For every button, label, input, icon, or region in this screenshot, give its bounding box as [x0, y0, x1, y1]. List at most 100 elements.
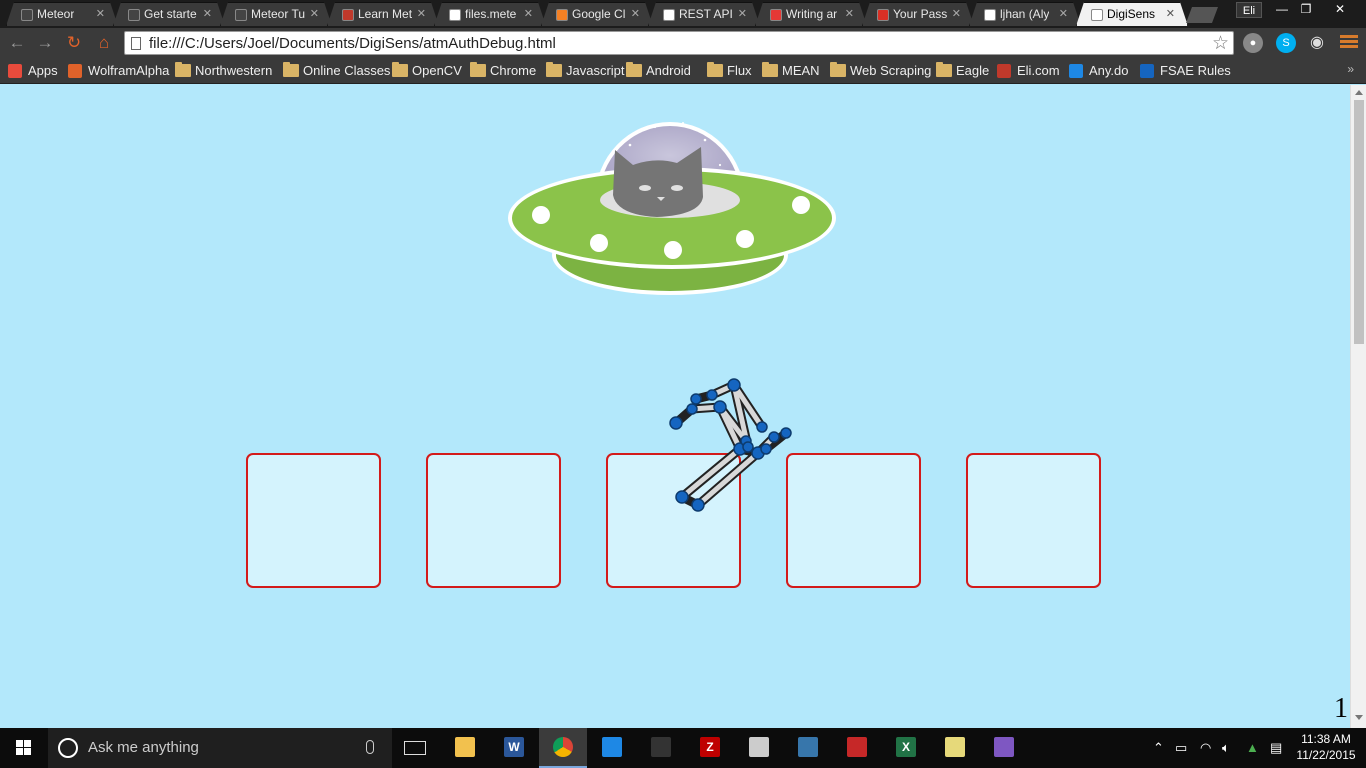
forward-arrow-icon[interactable]: →: [34, 32, 56, 54]
browser-tab[interactable]: Writing ar ✕: [755, 2, 867, 26]
battery-icon[interactable]: ▭: [1175, 740, 1187, 756]
action-center-icon[interactable]: ▤: [1270, 740, 1282, 756]
taskbar-app-app-blue[interactable]: [588, 728, 636, 768]
bookmark-android[interactable]: Android: [626, 62, 691, 80]
task-view-icon[interactable]: [404, 741, 426, 755]
close-tab-icon[interactable]: ✕: [631, 3, 640, 25]
slot-box-1[interactable]: [246, 453, 381, 588]
back-arrow-icon[interactable]: ←: [6, 32, 28, 54]
bookmark-web-scraping[interactable]: Web Scraping: [830, 62, 931, 80]
browser-tab[interactable]: Learn Met ✕: [327, 2, 439, 26]
scroll-thumb[interactable]: [1354, 100, 1364, 344]
browser-tab[interactable]: REST API ✕: [648, 2, 760, 26]
eye-icon[interactable]: ◉: [1307, 33, 1327, 53]
google-drive-icon[interactable]: ▲: [1246, 740, 1259, 755]
close-tab-icon[interactable]: ✕: [524, 3, 533, 25]
bookmark-star-icon[interactable]: ☆: [1212, 32, 1229, 55]
bookmark-label: Android: [646, 63, 691, 78]
close-tab-icon[interactable]: ✕: [96, 3, 105, 25]
bookmark-eli-com[interactable]: Eli.com: [997, 62, 1060, 80]
close-tab-icon[interactable]: ✕: [845, 3, 854, 25]
bookmark-label: OpenCV: [412, 63, 462, 78]
profile-button[interactable]: Eli: [1236, 2, 1262, 18]
browser-tab[interactable]: Google Cl ✕: [541, 2, 653, 26]
tab-title: Google Cl: [572, 7, 626, 21]
bookmark-label: Flux: [727, 63, 752, 78]
bookmark-label: Chrome: [490, 63, 537, 78]
bookmark-javascript[interactable]: Javascript: [546, 62, 625, 80]
apps-grid-icon: [8, 64, 22, 78]
show-hidden-icons-icon[interactable]: ⌃: [1153, 740, 1164, 756]
scroll-down-icon[interactable]: [1355, 715, 1363, 720]
slot-box-5[interactable]: [966, 453, 1101, 588]
slot-box-4[interactable]: [786, 453, 921, 588]
close-tab-icon[interactable]: ✕: [203, 3, 212, 25]
volume-mute-icon[interactable]: 🔈︎: [1222, 740, 1230, 756]
taskbar-app-spider-app[interactable]: [833, 728, 881, 768]
browser-tab[interactable]: Meteor ✕: [6, 2, 118, 26]
taskbar-app-app-gray[interactable]: [735, 728, 783, 768]
restore-button[interactable]: ❐: [1292, 0, 1320, 18]
wifi-icon[interactable]: ◠: [1200, 740, 1211, 756]
taskbar-app-excel[interactable]: X: [882, 728, 930, 768]
vertical-scrollbar[interactable]: [1350, 85, 1366, 728]
taskbar-app-word[interactable]: W: [490, 728, 538, 768]
browser-tab[interactable]: ljhan (Aly ✕: [969, 2, 1081, 26]
taskbar-app-drive-app[interactable]: [931, 728, 979, 768]
tab-title: REST API: [679, 7, 733, 21]
extension-icon[interactable]: ●: [1243, 33, 1263, 53]
taskbar-app-filezilla[interactable]: Z: [686, 728, 734, 768]
close-tab-icon[interactable]: ✕: [310, 3, 319, 25]
close-tab-icon[interactable]: ✕: [1166, 3, 1175, 25]
chrome-menu-icon[interactable]: [1340, 33, 1358, 51]
search-placeholder: Ask me anything: [88, 739, 199, 756]
skype-icon[interactable]: S: [1276, 33, 1296, 53]
folder-icon: [945, 737, 965, 757]
taskbar-app-terminal[interactable]: [637, 728, 685, 768]
close-tab-icon[interactable]: ✕: [952, 3, 961, 25]
bookmark-wolframalpha[interactable]: WolframAlpha: [68, 62, 169, 80]
bookmark-apps[interactable]: Apps: [8, 62, 58, 80]
url-text: file:///C:/Users/Joel/Documents/DigiSens…: [149, 35, 556, 52]
bookmark-online-classes[interactable]: Online Classes: [283, 62, 390, 80]
bookmark-label: WolframAlpha: [88, 63, 170, 78]
bookmark-any-do[interactable]: Any.do: [1069, 62, 1129, 80]
bookmark-opencv[interactable]: OpenCV: [392, 62, 462, 80]
page-icon: [663, 9, 675, 21]
taskbar-app-github-desktop[interactable]: [980, 728, 1028, 768]
clock-date[interactable]: 11/22/2015: [1296, 748, 1356, 762]
bookmark-mean[interactable]: MEAN: [762, 62, 820, 80]
bookmark-fsae-rules[interactable]: FSAE Rules: [1140, 62, 1231, 80]
browser-tab[interactable]: Your Pass ✕: [862, 2, 974, 26]
taskbar-app-python[interactable]: [784, 728, 832, 768]
clock-time[interactable]: 11:38 AM: [1296, 732, 1356, 746]
folder-icon: [392, 62, 408, 77]
start-button[interactable]: [0, 728, 48, 768]
close-window-button[interactable]: ✕: [1326, 0, 1354, 18]
close-tab-icon[interactable]: ✕: [738, 3, 747, 25]
bookmarks-overflow-icon[interactable]: »: [1347, 62, 1354, 76]
folder-icon: [175, 62, 191, 77]
bookmark-chrome[interactable]: Chrome: [470, 62, 536, 80]
cortana-search-box[interactable]: Ask me anything: [48, 728, 392, 768]
bookmark-eagle[interactable]: Eagle: [936, 62, 989, 80]
microphone-icon[interactable]: [366, 740, 374, 754]
tab-title: Writing ar: [786, 7, 838, 21]
browser-tab[interactable]: DigiSens ✕: [1076, 2, 1188, 26]
bookmark-northwestern[interactable]: Northwestern: [175, 62, 272, 80]
close-tab-icon[interactable]: ✕: [417, 3, 426, 25]
bookmark-flux[interactable]: Flux: [707, 62, 752, 80]
tab-title: Learn Met: [358, 7, 413, 21]
slot-box-2[interactable]: [426, 453, 561, 588]
browser-tab[interactable]: files.mete ✕: [434, 2, 546, 26]
taskbar-app-chrome[interactable]: [539, 728, 587, 768]
browser-tab[interactable]: Get starte ✕: [113, 2, 225, 26]
home-icon[interactable]: ⌂: [93, 32, 115, 54]
browser-tab[interactable]: Meteor Tu ✕: [220, 2, 332, 26]
bookmark-label: Javascript: [566, 63, 625, 78]
reload-icon[interactable]: ↻: [63, 32, 85, 54]
taskbar-app-file-explorer[interactable]: [441, 728, 489, 768]
address-bar[interactable]: file:///C:/Users/Joel/Documents/DigiSens…: [124, 31, 1234, 55]
close-tab-icon[interactable]: ✕: [1059, 3, 1068, 25]
scroll-up-icon[interactable]: [1355, 90, 1363, 95]
